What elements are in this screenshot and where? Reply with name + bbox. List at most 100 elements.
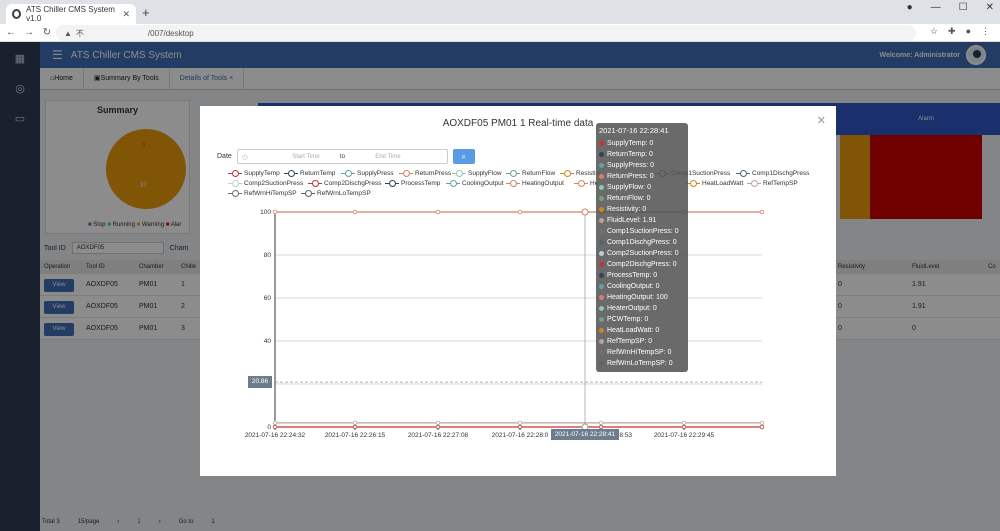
legend-item-comp2suctionpress[interactable]: Comp2SuctionPress [228, 180, 303, 187]
legend-label: HeatingOutput [522, 180, 564, 187]
legend-label: SupplyPress [357, 170, 394, 177]
tooltip-value: ReturnTemp: 0 [607, 151, 653, 158]
tooltip-item: Comp1DischgPress: 0 [599, 237, 685, 248]
legend-item-returntemp[interactable]: ReturnTemp [284, 170, 335, 177]
tooltip-value: RefWrnLoTempSP: 0 [607, 360, 673, 367]
legend-label: ProcessTemp [401, 180, 441, 187]
tooltip-item: HeaterOutput: 0 [599, 303, 685, 314]
legend-marker-icon [399, 170, 413, 177]
profile-icon[interactable]: ● [907, 2, 913, 13]
browser-tab-title: ATS Chiller CMS System v1.0 [26, 5, 115, 23]
legend-label: SupplyTemp [244, 170, 280, 177]
series-dot-icon [599, 240, 604, 245]
extensions-icon[interactable]: ✚ [948, 26, 956, 37]
legend-item-heatloadwatt[interactable]: HeatLoadWatt [686, 180, 743, 187]
series-dot-icon [599, 328, 604, 333]
legend-marker-icon [446, 180, 460, 187]
legend-item-coolingoutput[interactable]: CoolingOutput [446, 180, 504, 187]
tooltip-value: Resistivity: 0 [607, 206, 647, 213]
modal-close-icon[interactable]: ✕ [817, 114, 826, 127]
realtime-modal: AOXDF05 PM01 1 Real-time data ✕ Date ◷ S… [200, 106, 836, 476]
star-icon[interactable]: ☆ [930, 26, 938, 37]
end-time-input[interactable]: End Time [358, 154, 418, 160]
tooltip-value: ReturnPress: 0 [607, 173, 654, 180]
tooltip-item: HeatLoadWatt: 0 [599, 325, 685, 336]
legend-label: ReturnFlow [522, 170, 556, 177]
tooltip-value: CoolingOutput: 0 [607, 283, 660, 290]
series-dot-icon [599, 317, 604, 322]
url-input[interactable]: ▲ 不 /007/desktop [56, 25, 916, 41]
date-range-input[interactable]: ◷ Start Time to End Time [236, 149, 448, 164]
tooltip-time: 2021-07-16 22:28:41 [599, 126, 669, 135]
series-dot-icon [599, 185, 604, 190]
legend-marker-icon [747, 180, 761, 187]
tooltip-value: Comp2SuctionPress: 0 [607, 250, 679, 257]
legend-item-returnflow[interactable]: ReturnFlow [506, 170, 555, 177]
legend-marker-icon [301, 190, 315, 197]
tooltip-item: RefWrnHiTempSP: 0 [599, 347, 685, 358]
forward-icon[interactable]: → [22, 27, 36, 38]
search-icon: ⌕ [461, 152, 467, 161]
crosshair-y-label: 20.86 [248, 376, 272, 388]
warning-icon: ▲ [64, 28, 72, 38]
search-button[interactable]: ⌕ [452, 149, 475, 164]
series-dot-icon [599, 163, 604, 168]
series-dot-icon [599, 284, 604, 289]
legend-marker-icon [385, 180, 399, 187]
legend-item-refwrnhitempsp[interactable]: RefWrnHiTempSP [228, 190, 297, 197]
series-dot-icon [599, 174, 604, 179]
legend-item-he[interactable]: He [574, 180, 598, 187]
series-dot-icon [599, 295, 604, 300]
legend-label: RefTempSP [763, 180, 798, 187]
tooltip-value: RefWrnHiTempSP: 0 [607, 349, 672, 356]
legend-item-returnpress[interactable]: ReturnPress [399, 170, 451, 177]
series-dot-icon [599, 339, 604, 344]
tooltip-value: Comp1DischgPress: 0 [607, 239, 677, 246]
back-icon[interactable]: ← [4, 27, 18, 38]
close-icon[interactable]: ✕ [122, 9, 130, 20]
legend-label: Comp2DischgPress [324, 180, 382, 187]
new-tab-icon[interactable]: + [142, 5, 150, 20]
series-dot-icon [599, 141, 604, 146]
series-dot-icon [599, 350, 604, 355]
legend-item-comp2dischgpress[interactable]: Comp2DischgPress [308, 180, 381, 187]
account-icon[interactable]: ● [966, 26, 971, 37]
tooltip-item: Comp1SuctionPress: 0 [599, 226, 685, 237]
legend-marker-icon [341, 170, 355, 177]
legend-item-comp1dischgpress[interactable]: Comp1DischgPress [736, 170, 809, 177]
legend-marker-icon [574, 180, 588, 187]
maximize-icon[interactable]: ☐ [959, 2, 968, 13]
minimize-icon[interactable]: — [931, 2, 941, 13]
legend-item-reftempsp[interactable]: RefTempSP [747, 180, 798, 187]
legend-item-processtemp[interactable]: ProcessTemp [385, 180, 440, 187]
tooltip-value: Comp1SuctionPress: 0 [607, 228, 679, 235]
tooltip-value: HeatLoadWatt: 0 [607, 327, 660, 334]
menu-dots-icon[interactable]: ⋮ [981, 26, 990, 37]
reload-icon[interactable]: ↻ [40, 27, 54, 38]
tooltip-value: RefTempSP: 0 [607, 338, 653, 345]
legend-item-supplypress[interactable]: SupplyPress [341, 170, 394, 177]
tooltip-value: HeaterOutput: 0 [607, 305, 657, 312]
legend-label: SupplyFlow [468, 170, 502, 177]
tooltip-item: SupplyFlow: 0 [599, 182, 685, 193]
legend-item-resistivi[interactable]: Resistivi [560, 170, 600, 177]
tooltip-item: Comp2DischgPress: 0 [599, 259, 685, 270]
legend-item-supplytemp[interactable]: SupplyTemp [228, 170, 280, 177]
date-label: Date [217, 153, 232, 160]
series-dot-icon [599, 251, 604, 256]
start-time-input[interactable]: Start Time [272, 154, 340, 160]
tooltip-value: FluidLevel: 1.91 [607, 217, 657, 224]
legend-marker-icon [228, 180, 242, 187]
window-close-icon[interactable]: ✕ [986, 2, 994, 13]
tooltip-value: SupplyFlow: 0 [607, 184, 651, 191]
legend-item-refwrnlotempsp[interactable]: RefWrnLoTempSP [301, 190, 371, 197]
tooltip-item: RefTempSP: 0 [599, 336, 685, 347]
legend-item-supplyflow[interactable]: SupplyFlow [452, 170, 502, 177]
browser-tab[interactable]: ATS Chiller CMS System v1.0 ✕ [6, 4, 136, 24]
browser-toolbar-icons: ☆ ✚ ● ⋮ [930, 26, 990, 37]
address-bar: ← → ↻ ▲ 不 /007/desktop ☆ ✚ ● ⋮ [0, 24, 1000, 42]
series-dot-icon [599, 229, 604, 234]
tooltip-item: SupplyPress: 0 [599, 160, 685, 171]
legend-item-heatingoutput[interactable]: HeatingOutput [506, 180, 564, 187]
legend-marker-icon [686, 180, 700, 187]
